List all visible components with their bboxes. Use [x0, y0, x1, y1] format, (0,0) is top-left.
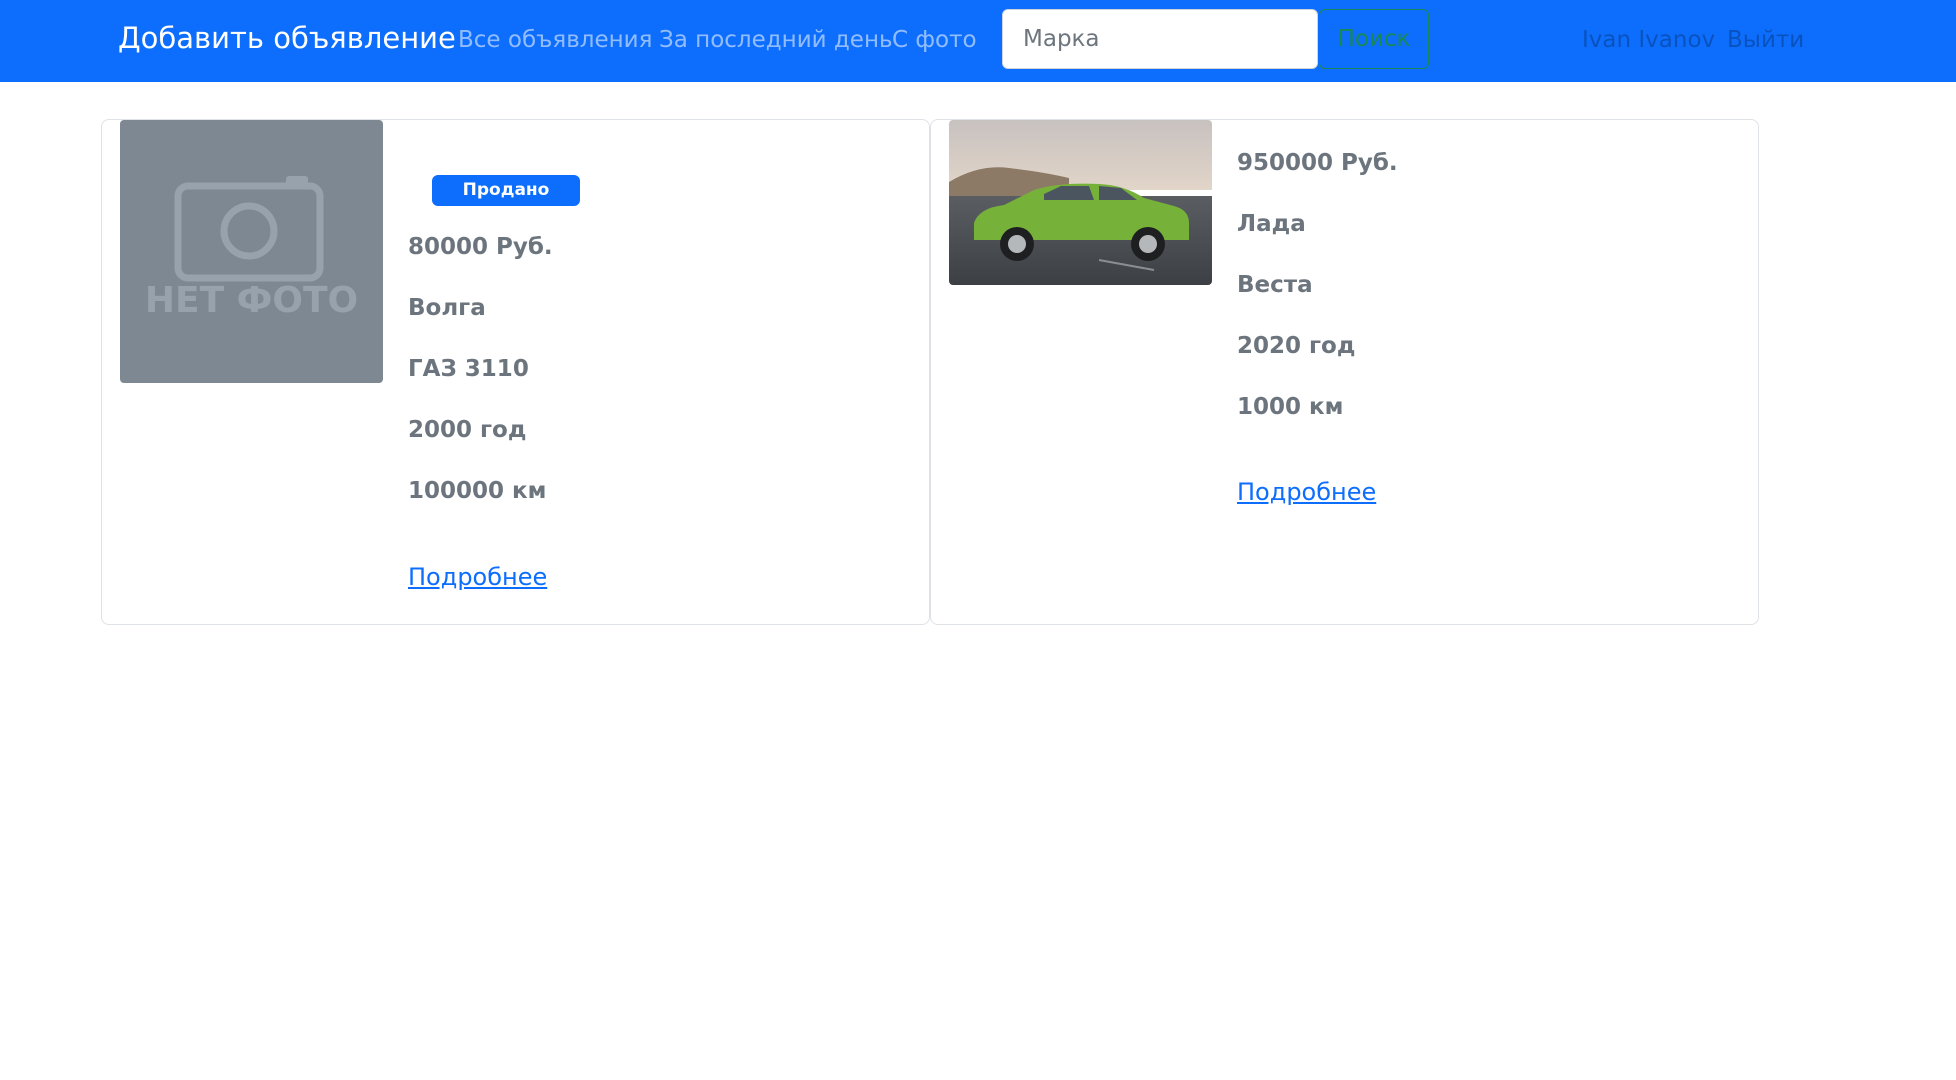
no-photo-placeholder: НЕТ ФОТО	[120, 120, 383, 383]
search-input[interactable]	[1002, 9, 1318, 69]
logout-link[interactable]: Выйти	[1727, 27, 1804, 53]
listing-model: ГАЗ 3110	[408, 356, 529, 382]
listing-price: 80000 Руб.	[408, 234, 553, 260]
listing-mileage: 100000 км	[408, 478, 547, 504]
nav-link-last-day[interactable]: За последний день	[659, 27, 893, 53]
no-photo-label: НЕТ ФОТО	[144, 280, 359, 321]
details-link[interactable]: Подробнее	[408, 563, 547, 591]
listing-card: НЕТ ФОТО Продано 80000 Руб. Волга ГАЗ 31…	[101, 119, 930, 625]
listing-year: 2020 год	[1237, 333, 1356, 359]
sold-badge: Продано	[432, 175, 580, 206]
listing-card: 950000 Руб. Лада Веста 2020 год 1000 км …	[930, 119, 1759, 625]
listing-price: 950000 Руб.	[1237, 150, 1398, 176]
search-button[interactable]: Поиск	[1319, 9, 1429, 69]
nav-link-all-listings[interactable]: Все объявления	[458, 27, 652, 53]
car-image	[949, 120, 1212, 285]
listing-mileage: 1000 км	[1237, 394, 1344, 420]
listing-brand: Волга	[408, 295, 486, 321]
listing-brand: Лада	[1237, 211, 1306, 237]
user-name-link[interactable]: Ivan Ivanov	[1582, 27, 1715, 53]
camera-icon	[174, 176, 324, 282]
add-listing-link[interactable]: Добавить объявление	[118, 21, 456, 55]
nav-link-with-photo[interactable]: С фото	[892, 27, 977, 53]
top-navbar: Добавить объявление Все объявления За по…	[0, 0, 1956, 82]
listing-model: Веста	[1237, 272, 1313, 298]
listing-year: 2000 год	[408, 417, 527, 443]
car-photo	[949, 120, 1212, 285]
details-link[interactable]: Подробнее	[1237, 478, 1376, 506]
